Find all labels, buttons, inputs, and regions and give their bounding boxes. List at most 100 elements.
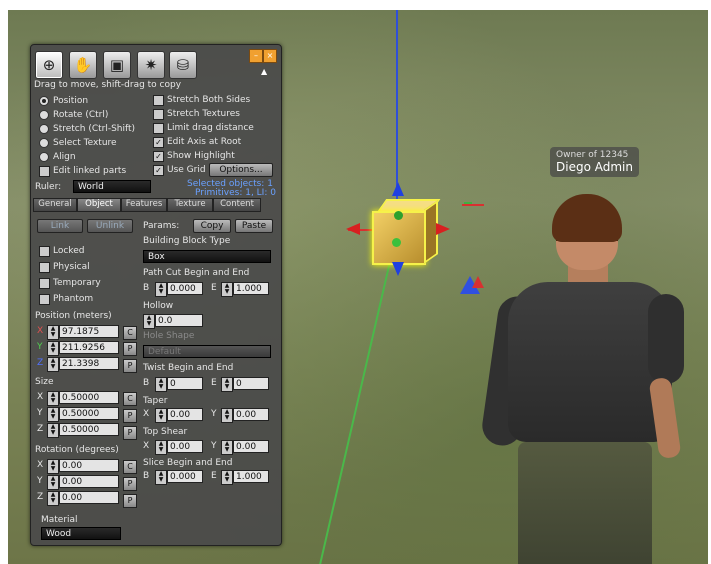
- position-x-field[interactable]: 97.1875: [59, 325, 119, 338]
- x-axis-right-arrow[interactable]: [436, 223, 450, 235]
- z-axis-up-arrow[interactable]: [392, 182, 404, 196]
- size-paste-button[interactable]: P: [123, 409, 137, 423]
- mode-radio-align[interactable]: [39, 152, 49, 162]
- taper-y-field[interactable]: 0.00: [233, 408, 269, 421]
- unlink-button[interactable]: Unlink: [87, 219, 133, 233]
- top-shear-x-field[interactable]: 0.00: [167, 440, 203, 453]
- size-x-field[interactable]: 0.50000: [59, 391, 119, 404]
- position-y-spinner[interactable]: ▲ ▼: [47, 341, 59, 356]
- twist-b-spinner[interactable]: ▲ ▼: [155, 377, 167, 392]
- twist-e-spinner[interactable]: ▲ ▼: [221, 377, 233, 392]
- y-axis-handle-lower[interactable]: [392, 238, 401, 247]
- edit-linked-checkbox[interactable]: [39, 166, 50, 177]
- taper-y-spinner[interactable]: ▲ ▼: [221, 408, 233, 423]
- position-paste-button[interactable]: P: [123, 342, 137, 356]
- material-dropdown[interactable]: Wood: [41, 527, 121, 540]
- hollow-field[interactable]: 0.0: [155, 314, 203, 327]
- edit-axis-root-checkbox[interactable]: ✓: [153, 137, 164, 148]
- rotation-z-field[interactable]: 0.00: [59, 491, 119, 504]
- avatar[interactable]: [479, 194, 686, 564]
- rotation-y-spinner[interactable]: ▲ ▼: [47, 475, 59, 490]
- path-cut-e-spinner[interactable]: ▲ ▼: [221, 282, 233, 297]
- slice-b-spinner[interactable]: ▲ ▼: [155, 470, 167, 485]
- params-paste-button[interactable]: Paste: [235, 219, 273, 233]
- rotation-paste-button[interactable]: P: [123, 477, 137, 491]
- position-x-spinner[interactable]: ▲ ▼: [47, 325, 59, 340]
- rotation-paste-button-2[interactable]: P: [123, 494, 137, 508]
- slice-e-field[interactable]: 1.000: [233, 470, 269, 483]
- size-y-field[interactable]: 0.50000: [59, 407, 119, 420]
- twist-b-field[interactable]: 0: [167, 377, 203, 390]
- move-icon[interactable]: ✋: [69, 51, 97, 79]
- stretch-both-sides-checkbox[interactable]: [153, 95, 164, 106]
- phantom-checkbox[interactable]: [39, 294, 50, 305]
- taper-x-spinner[interactable]: ▲ ▼: [155, 408, 167, 423]
- tab-features[interactable]: Features: [121, 198, 167, 212]
- slice-e-spinner[interactable]: ▲ ▼: [221, 470, 233, 485]
- path-cut-b-spinner[interactable]: ▲ ▼: [155, 282, 167, 297]
- hollow-spinner[interactable]: ▲ ▼: [143, 314, 155, 329]
- mode-radio-select-texture[interactable]: [39, 138, 49, 148]
- twist-e-label: E: [211, 378, 217, 388]
- show-highlight-checkbox[interactable]: ✓: [153, 151, 164, 162]
- block-type-dropdown[interactable]: Box: [143, 250, 271, 263]
- size-z-field[interactable]: 0.50000: [59, 423, 119, 436]
- position-title: Position (meters): [35, 311, 112, 321]
- rotation-x-spinner[interactable]: ▲ ▼: [47, 459, 59, 474]
- collapse-arrow-icon[interactable]: ▲: [261, 67, 267, 76]
- selected-cube-object[interactable]: [370, 197, 441, 265]
- size-x-spinner[interactable]: ▲ ▼: [47, 391, 59, 406]
- link-button[interactable]: Link: [37, 219, 83, 233]
- x-axis-left-arrow[interactable]: [346, 223, 360, 235]
- temporary-checkbox[interactable]: [39, 278, 50, 289]
- tab-texture[interactable]: Texture: [167, 198, 213, 212]
- ruler-dropdown[interactable]: World: [73, 180, 151, 193]
- top-shear-title: Top Shear: [143, 427, 188, 437]
- mode-radio-position[interactable]: [39, 96, 49, 106]
- mode-radio-stretch[interactable]: [39, 124, 49, 134]
- rotation-copy-button[interactable]: C: [123, 460, 137, 474]
- path-cut-e-field[interactable]: 1.000: [233, 282, 269, 295]
- top-shear-y-spinner[interactable]: ▲ ▼: [221, 440, 233, 455]
- top-shear-y-field[interactable]: 0.00: [233, 440, 269, 453]
- create-wand-icon[interactable]: ✷: [137, 51, 165, 79]
- hole-shape-dropdown[interactable]: Default: [143, 345, 271, 358]
- locked-checkbox[interactable]: [39, 246, 50, 257]
- limit-drag-checkbox[interactable]: [153, 123, 164, 134]
- params-copy-button[interactable]: Copy: [193, 219, 231, 233]
- rotation-z-spinner[interactable]: ▲ ▼: [47, 491, 59, 506]
- rotation-x-field[interactable]: 0.00: [59, 459, 119, 472]
- tab-object[interactable]: Object: [77, 198, 121, 212]
- taper-x-field[interactable]: 0.00: [167, 408, 203, 421]
- slice-b-field[interactable]: 0.000: [167, 470, 203, 483]
- position-paste-button-2[interactable]: P: [123, 359, 137, 373]
- minimize-button[interactable]: –: [249, 49, 263, 63]
- physical-checkbox[interactable]: [39, 262, 50, 273]
- tab-general[interactable]: General: [33, 198, 77, 212]
- size-copy-button[interactable]: C: [123, 392, 137, 406]
- y-axis-handle[interactable]: [394, 211, 403, 220]
- position-copy-button[interactable]: C: [123, 326, 137, 340]
- grid-options-button[interactable]: Options...: [209, 163, 273, 177]
- position-z-field[interactable]: 21.3398: [59, 357, 119, 370]
- z-axis-down-arrow[interactable]: [392, 262, 404, 276]
- build-tools-floater[interactable]: ⊕ ✋ ▣ ✷ ⛁ – × ▲ Drag to move, shift-drag…: [30, 44, 282, 546]
- size-paste-button-2[interactable]: P: [123, 426, 137, 440]
- size-y-spinner[interactable]: ▲ ▼: [47, 407, 59, 422]
- use-grid-checkbox[interactable]: ✓: [153, 165, 164, 176]
- twist-e-field[interactable]: 0: [233, 377, 269, 390]
- position-z-spinner[interactable]: ▲ ▼: [47, 357, 59, 372]
- rotation-y-field[interactable]: 0.00: [59, 475, 119, 488]
- size-z-spinner[interactable]: ▲ ▼: [47, 423, 59, 438]
- stretch-textures-checkbox[interactable]: [153, 109, 164, 120]
- mode-radio-rotate[interactable]: [39, 110, 49, 120]
- close-button[interactable]: ×: [263, 49, 277, 63]
- land-icon[interactable]: ⛁: [169, 51, 197, 79]
- position-y-field[interactable]: 211.9256: [59, 341, 119, 354]
- top-shear-x-spinner[interactable]: ▲ ▼: [155, 440, 167, 455]
- tab-content[interactable]: Content: [213, 198, 261, 212]
- path-cut-b-field[interactable]: 0.000: [167, 282, 203, 295]
- zoom-icon[interactable]: ⊕: [35, 51, 63, 79]
- rotation-y-label: Y: [37, 476, 43, 486]
- edit-icon[interactable]: ▣: [103, 51, 131, 79]
